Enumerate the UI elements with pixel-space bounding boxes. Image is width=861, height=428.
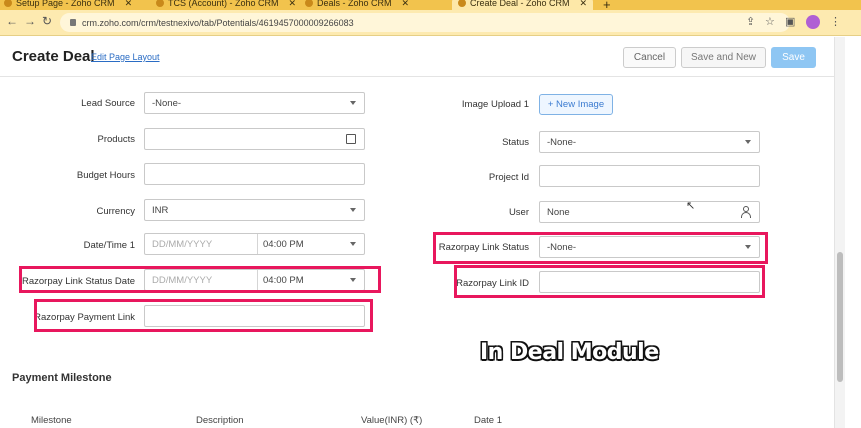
share-icon[interactable]: ⇪ bbox=[746, 15, 755, 28]
user-lookup[interactable]: None bbox=[539, 201, 760, 223]
browser-tab-active[interactable]: Create Deal - Zoho CRM ✕ bbox=[452, 0, 594, 10]
image-upload-1-label: Image Upload 1 bbox=[461, 99, 529, 110]
new-image-button[interactable]: + New Image bbox=[539, 94, 613, 115]
date-column-header: Date 1 bbox=[474, 415, 502, 426]
budget-hours-input[interactable] bbox=[144, 163, 365, 185]
browser-tab[interactable]: TCS (Account) - Zoho CRM ✕ bbox=[156, 0, 296, 10]
products-label: Products bbox=[97, 134, 136, 145]
user-label: User bbox=[508, 207, 529, 218]
status-select[interactable]: -None- bbox=[539, 131, 760, 153]
close-tab-icon[interactable]: ✕ bbox=[402, 0, 410, 9]
create-deal-header: Create Deal Edit Page Layout Cancel Save… bbox=[0, 37, 845, 77]
project-id-input[interactable] bbox=[539, 165, 760, 187]
tab-label: Deals - Zoho CRM bbox=[317, 0, 392, 8]
zoho-favicon-icon bbox=[4, 0, 12, 7]
edit-page-layout-link[interactable]: Edit Page Layout bbox=[91, 52, 160, 62]
chevron-down-icon bbox=[350, 242, 356, 246]
zoho-favicon-icon bbox=[458, 0, 466, 7]
date-time-1-field[interactable]: DD/MM/YYYY 04:00 PM bbox=[144, 233, 365, 255]
time-value[interactable]: 04:00 PM bbox=[263, 239, 304, 250]
save-and-new-button[interactable]: Save and New bbox=[681, 47, 766, 68]
milestone-column-header: Milestone bbox=[31, 415, 72, 426]
value-column-header: Value(INR) (₹) bbox=[361, 415, 423, 426]
sidebar-icon[interactable]: ▣ bbox=[785, 15, 795, 28]
highlight-box bbox=[433, 232, 768, 264]
user-value: None bbox=[547, 206, 570, 218]
budget-hours-label: Budget Hours bbox=[76, 170, 135, 181]
date-time-1-label: Date/Time 1 bbox=[83, 240, 135, 251]
description-column-header: Description bbox=[196, 415, 244, 426]
currency-value: INR bbox=[152, 204, 169, 216]
user-icon[interactable] bbox=[741, 206, 751, 218]
currency-label: Currency bbox=[96, 206, 135, 217]
new-tab-icon[interactable]: + bbox=[603, 0, 611, 10]
lock-icon bbox=[70, 19, 76, 26]
close-tab-icon[interactable]: ✕ bbox=[580, 0, 588, 9]
browser-tab-bar: Setup Page - Zoho CRM ✕ TCS (Account) - Z… bbox=[0, 0, 861, 10]
lead-source-label: Lead Source bbox=[81, 98, 135, 109]
forward-arrow-icon[interactable]: → bbox=[24, 14, 36, 28]
menu-dots-icon[interactable]: ⋮ bbox=[830, 15, 841, 28]
tab-label: Setup Page - Zoho CRM bbox=[16, 0, 115, 8]
lead-source-value: -None- bbox=[152, 97, 182, 109]
bookmark-star-icon[interactable]: ☆ bbox=[765, 15, 775, 28]
zoho-favicon-icon bbox=[156, 0, 164, 7]
browser-tab[interactable]: Setup Page - Zoho CRM ✕ bbox=[4, 0, 132, 10]
status-value: -None- bbox=[547, 136, 577, 148]
status-label: Status bbox=[502, 137, 529, 148]
zoho-favicon-icon bbox=[305, 0, 313, 7]
chevron-down-icon bbox=[745, 140, 751, 144]
close-tab-icon[interactable]: ✕ bbox=[125, 0, 133, 9]
project-id-label: Project Id bbox=[488, 172, 529, 183]
url-field[interactable]: crm.zoho.com/crm/testnexivo/tab/Potentia… bbox=[60, 13, 790, 32]
profile-avatar[interactable] bbox=[806, 15, 820, 29]
save-button[interactable]: Save bbox=[771, 47, 816, 68]
mouse-cursor-icon: ↖ bbox=[686, 200, 696, 212]
highlight-box bbox=[454, 265, 765, 298]
chevron-down-icon bbox=[350, 101, 356, 105]
highlight-box bbox=[34, 299, 373, 332]
lead-source-select[interactable]: -None- bbox=[144, 92, 365, 114]
highlight-box bbox=[19, 266, 381, 293]
scrollbar-thumb[interactable] bbox=[837, 252, 843, 382]
chevron-down-icon bbox=[350, 208, 356, 212]
tab-label: TCS (Account) - Zoho CRM bbox=[168, 0, 279, 8]
page-scrollbar[interactable] bbox=[834, 37, 845, 428]
video-caption: In Deal Module bbox=[480, 340, 659, 365]
product-box-icon[interactable] bbox=[346, 134, 356, 144]
payment-milestone-title: Payment Milestone bbox=[12, 372, 112, 384]
reload-icon[interactable]: ↻ bbox=[42, 14, 52, 28]
currency-select[interactable]: INR bbox=[144, 199, 365, 221]
date-placeholder[interactable]: DD/MM/YYYY bbox=[152, 239, 212, 250]
close-tab-icon[interactable]: ✕ bbox=[289, 0, 297, 9]
tab-label: Create Deal - Zoho CRM bbox=[470, 0, 570, 8]
products-lookup[interactable] bbox=[144, 128, 365, 150]
cancel-button[interactable]: Cancel bbox=[623, 47, 676, 68]
browser-tab[interactable]: Deals - Zoho CRM ✕ bbox=[305, 0, 409, 10]
address-bar: ← → ↻ crm.zoho.com/crm/testnexivo/tab/Po… bbox=[0, 10, 861, 36]
divider bbox=[257, 234, 258, 254]
back-arrow-icon[interactable]: ← bbox=[6, 14, 18, 28]
page-title: Create Deal bbox=[12, 48, 95, 65]
url-text: crm.zoho.com/crm/testnexivo/tab/Potentia… bbox=[82, 17, 354, 28]
